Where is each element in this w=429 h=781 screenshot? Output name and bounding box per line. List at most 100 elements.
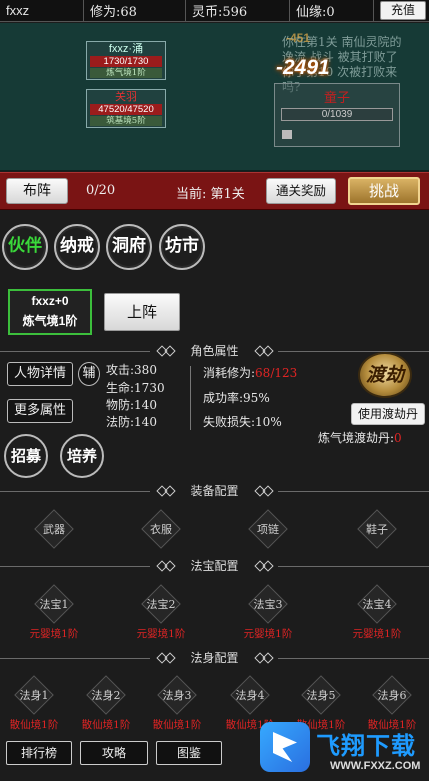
slot-requirement: 散仙境1阶: [81, 719, 131, 731]
current-stage: 当前: 第1关: [176, 187, 245, 202]
slot-label: 法身6: [377, 689, 407, 702]
body-slot-3[interactable]: 法身3 散仙境1阶: [153, 675, 201, 731]
equipment-slot-clothes[interactable]: 衣服: [141, 509, 181, 549]
slot-requirement: 散仙境1阶: [9, 719, 59, 731]
slot-label: 武器: [43, 523, 65, 536]
coins-value: 灵币:596: [186, 0, 290, 22]
character-details-button[interactable]: 人物详情: [7, 362, 73, 386]
tribulation-pill-count: 炼气境渡劫丹:0: [318, 430, 402, 446]
guide-button[interactable]: 攻略: [80, 741, 148, 765]
body-slot-6[interactable]: 法身6 散仙境1阶: [368, 675, 416, 731]
ally-unit-guanyu[interactable]: 关羽 47520/47520 筑基境5阶: [86, 89, 166, 128]
enemy-name: 童子: [323, 91, 350, 106]
pill-count: 0: [394, 431, 402, 445]
recruit-button[interactable]: 招募: [4, 434, 48, 478]
damage-number-faint: -451: [286, 31, 311, 45]
tab-storage-ring[interactable]: 纳戒: [54, 224, 100, 270]
slot-requirement: 元婴境1阶: [243, 628, 293, 640]
tab-cave[interactable]: 洞府: [106, 224, 152, 270]
body-slot-4[interactable]: 法身4 散仙境1阶: [226, 675, 274, 731]
unit-name: fxxz·涌: [108, 43, 144, 55]
assist-button[interactable]: 辅: [78, 362, 100, 386]
more-attributes-button[interactable]: 更多属性: [7, 399, 73, 423]
unit-hp: 1730/1730: [90, 56, 162, 67]
tribulation-cost: 消耗修为:68/123: [203, 365, 297, 381]
enemy-hp: 0/1039: [281, 108, 393, 121]
treasure-slot-4[interactable]: 法宝4 元婴境1阶: [353, 584, 401, 640]
cultivation-value: 修为:68: [84, 0, 186, 22]
stat-hp: 生命:1730: [106, 381, 165, 395]
body-header: 法身配置: [0, 651, 429, 665]
slot-label: 法宝4: [362, 598, 392, 611]
slot-label: 法身2: [91, 689, 121, 702]
equipment-slot-necklace[interactable]: 项链: [248, 509, 288, 549]
character-card[interactable]: fxxz+0 炼气境1阶: [8, 289, 92, 335]
equipment-slot-shoes[interactable]: 鞋子: [357, 509, 397, 549]
slot-label: 法宝2: [146, 598, 176, 611]
slot-label: 法身5: [306, 689, 336, 702]
slot-label: 法宝3: [253, 598, 283, 611]
deploy-count: 0/20: [86, 183, 116, 198]
top-status-bar: fxxz 修为:68 灵币:596 仙缘:0: [0, 0, 429, 22]
attribute-divider: [190, 366, 191, 430]
watermark-url: WWW.FXXZ.COM: [330, 760, 421, 772]
stat-attack: 攻击:380: [106, 363, 157, 377]
player-name: fxxz: [0, 0, 84, 22]
treasure-slot-2[interactable]: 法宝2 元婴境1阶: [137, 584, 185, 640]
clear-reward-button[interactable]: 通关奖励: [266, 178, 336, 204]
onstage-button[interactable]: 上阵: [104, 293, 180, 331]
tribulation-cost-label: 消耗修为:: [203, 366, 256, 380]
ally-unit-player[interactable]: fxxz·涌 1730/1730 炼气境1阶: [86, 41, 166, 80]
damage-number: -2491: [276, 56, 330, 79]
unit-level: 炼气境1阶: [90, 68, 162, 78]
battle-area: fxxz·涌 1730/1730 炼气境1阶 关羽 47520/47520 筑基…: [0, 23, 429, 171]
unit-level: 筑基境5阶: [90, 116, 162, 126]
enemy-unit[interactable]: 童子 0/1039: [274, 83, 400, 147]
attributes-header: 角色属性: [0, 344, 429, 358]
use-tribulation-pill-button[interactable]: 使用渡劫丹: [351, 403, 425, 425]
stat-mag-def: 法防:140: [106, 415, 157, 429]
slot-requirement: 散仙境1阶: [152, 719, 202, 731]
challenge-button[interactable]: 挑战: [348, 177, 420, 205]
equipment-slot-weapon[interactable]: 武器: [34, 509, 74, 549]
slot-label: 法身1: [19, 689, 49, 702]
tab-partner[interactable]: 伙伴: [2, 224, 48, 270]
unit-hp: 47520/47520: [90, 104, 162, 115]
slot-label: 项链: [257, 523, 279, 536]
slot-requirement: 元婴境1阶: [352, 628, 402, 640]
slot-requirement: 元婴境1阶: [136, 628, 186, 640]
fate-value: 仙缘:0: [290, 0, 374, 22]
body-slot-1[interactable]: 法身1 散仙境1阶: [10, 675, 58, 731]
deploy-button[interactable]: 布阵: [6, 178, 68, 204]
tab-market[interactable]: 坊市: [159, 224, 205, 270]
watermark-brand: 飞翔下载: [316, 732, 416, 760]
slot-label: 法身3: [162, 689, 192, 702]
equipment-header: 装备配置: [0, 484, 429, 498]
unit-name: 关羽: [115, 91, 137, 103]
slot-label: 鞋子: [366, 523, 388, 536]
main-tabs: 伙伴 纳戒 洞府 坊市: [0, 220, 429, 278]
slot-label: 衣服: [150, 523, 172, 536]
train-button[interactable]: 培养: [60, 434, 104, 478]
body-slot-2[interactable]: 法身2 散仙境1阶: [82, 675, 130, 731]
recharge-button[interactable]: 充值: [380, 1, 426, 20]
tribulation-cost-value: 68/123: [255, 366, 298, 380]
treasure-slot-1[interactable]: 法宝1 元婴境1阶: [30, 584, 78, 640]
body-slot-5[interactable]: 法身5 散仙境1阶: [297, 675, 345, 731]
codex-button[interactable]: 图鉴: [156, 741, 222, 765]
treasure-header: 法宝配置: [0, 559, 429, 573]
site-watermark: 飞翔下载 WWW.FXXZ.COM: [260, 722, 426, 778]
character-realm: 炼气境1阶: [22, 314, 78, 328]
tribulation-success-rate: 成功率:95%: [203, 391, 270, 405]
treasure-slot-3[interactable]: 法宝3 元婴境1阶: [244, 584, 292, 640]
slot-requirement: 元婴境1阶: [29, 628, 79, 640]
stage-bar: 布阵 0/20 当前: 第1关 通关奖励 挑战: [0, 172, 429, 210]
enemy-status-icon: [282, 130, 292, 139]
site-logo-icon: [260, 722, 310, 772]
slot-label: 法身4: [235, 689, 265, 702]
character-name: fxxz+0: [31, 294, 69, 308]
tribulation-emblem-icon[interactable]: 渡劫: [358, 352, 412, 398]
tribulation-fail-loss: 失败损失:10%: [203, 415, 282, 429]
leaderboard-button[interactable]: 排行榜: [6, 741, 72, 765]
stat-phys-def: 物防:140: [106, 398, 157, 412]
